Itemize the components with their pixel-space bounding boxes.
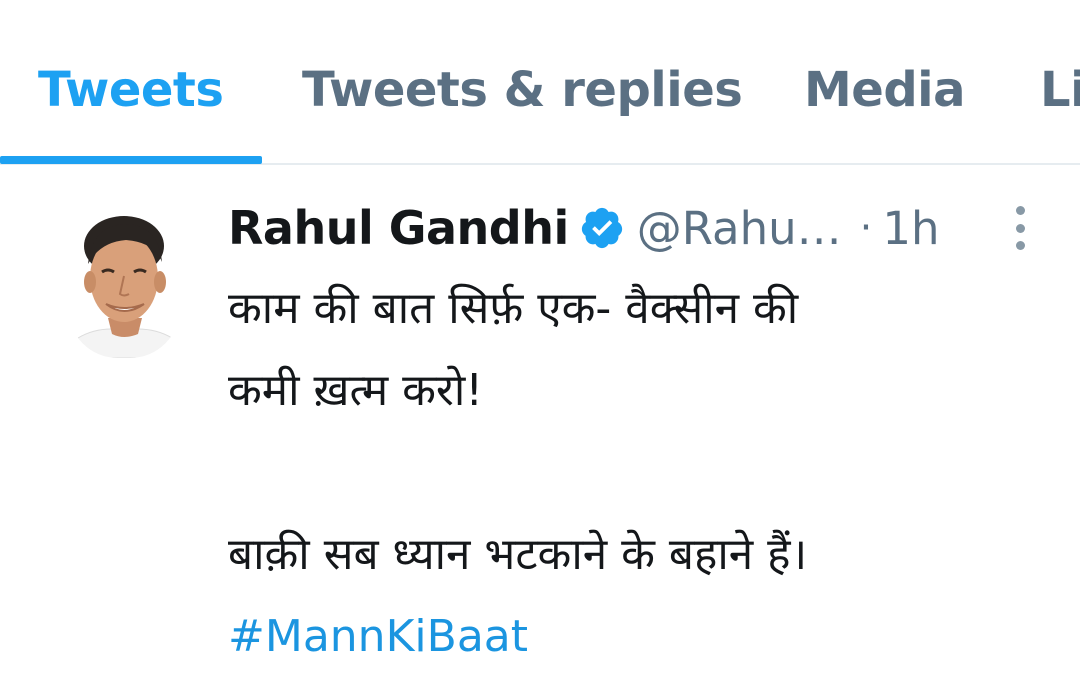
hashtag-link[interactable]: #MannKiBaat xyxy=(228,596,1068,678)
tweet-text-line: कमी ख़त्म करो! xyxy=(228,365,483,416)
more-vertical-icon[interactable] xyxy=(1008,206,1032,250)
tweet-body: काम की बात सिर्फ़ एक- वैक्सीन की कमी ख़त… xyxy=(228,268,1068,678)
avatar-portrait xyxy=(68,208,180,358)
verified-badge-icon xyxy=(579,205,625,251)
tab-media[interactable]: Media xyxy=(804,62,966,118)
tweet-text-line: बाक़ी सब ध्यान भटकाने के बहाने हैं। xyxy=(228,529,808,580)
active-tab-indicator xyxy=(0,156,262,164)
author-handle[interactable]: @Rahu… xyxy=(637,202,842,255)
profile-tabs: Tweets Tweets & replies Media Li xyxy=(0,0,1080,165)
tab-likes[interactable]: Li xyxy=(1040,62,1080,118)
tweet-timestamp[interactable]: 1h xyxy=(882,202,939,255)
tab-tweets[interactable]: Tweets xyxy=(38,62,224,118)
tweet-text-line: काम की बात सिर्फ़ एक- वैक्सीन की xyxy=(228,283,799,334)
tab-tweets-and-replies[interactable]: Tweets & replies xyxy=(302,62,743,118)
avatar[interactable] xyxy=(68,208,180,358)
tweet-header: Rahul Gandhi @Rahu… · 1h xyxy=(228,196,940,260)
separator-dot: · xyxy=(859,205,873,251)
author-name[interactable]: Rahul Gandhi xyxy=(228,201,569,255)
